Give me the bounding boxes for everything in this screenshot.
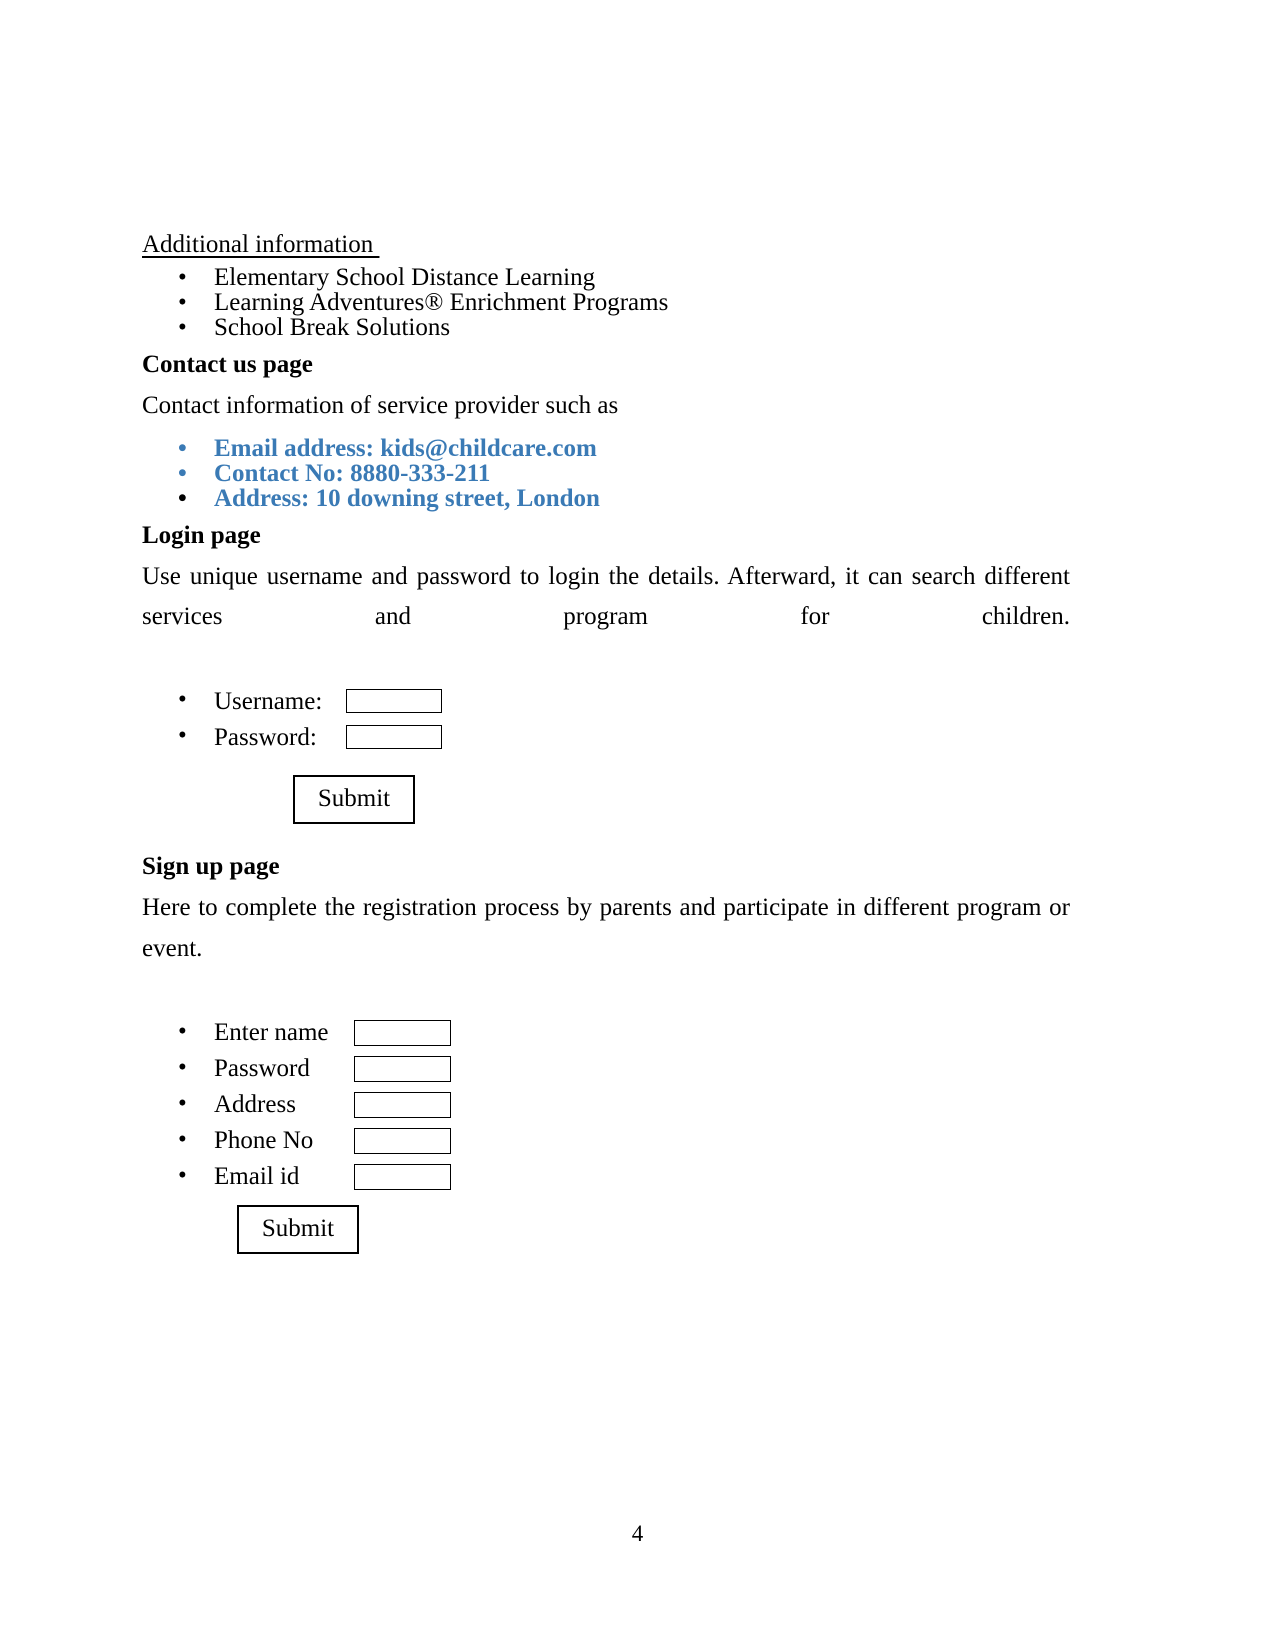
additional-information-list: • Elementary School Distance Learning • … (142, 265, 1070, 340)
phone-no-label: Phone No (214, 1127, 314, 1155)
section-heading-signup-page: Sign up page (142, 853, 280, 880)
signup-submit-button[interactable]: Submit (237, 1204, 359, 1254)
list-item-phone: • Contact No: 8880-333-211 (142, 461, 1070, 486)
login-submit-row: Submit (142, 775, 1070, 824)
bullet-icon: • (178, 264, 187, 291)
section-heading-contact-us: Contact us page (142, 351, 313, 378)
bullet-icon: • (178, 686, 187, 713)
username-label: Username: (214, 687, 323, 715)
page-number: 4 (631, 1521, 644, 1546)
signup-form: • Enter name • Password • Address • Phon… (142, 1019, 1070, 1199)
bullet-icon: • (178, 1017, 187, 1045)
login-form: • Username: • Password: (142, 687, 1070, 759)
signup-password-label: Password (214, 1055, 310, 1083)
bullet-icon: • (178, 1161, 187, 1189)
signup-field-name-row: • Enter name (142, 1019, 1070, 1055)
bullet-icon: • (178, 289, 187, 316)
signup-field-address-row: • Address (142, 1091, 1070, 1127)
bullet-icon: • (178, 459, 187, 487)
enter-name-label: Enter name (214, 1019, 329, 1047)
signup-submit-row: Submit (142, 1204, 1070, 1254)
email-id-input[interactable] (354, 1163, 452, 1190)
username-input[interactable] (346, 689, 443, 714)
list-item: • School Break Solutions (142, 315, 1070, 340)
login-submit-button[interactable]: Submit (293, 775, 415, 824)
email-id-label: Email id (214, 1163, 300, 1191)
contact-phone-label: Contact No: 8880-333-211 (214, 459, 491, 487)
login-page-description: Use unique username and password to logi… (142, 562, 1070, 631)
list-item: • Learning Adventures® Enrichment Progra… (142, 290, 1070, 315)
contact-details-list: • Email address: kids@childcare.com • Co… (142, 436, 1070, 511)
list-item: • Elementary School Distance Learning (142, 265, 1070, 290)
contact-email-label: Email address: kids@childcare.com (214, 434, 597, 462)
enter-name-input[interactable] (354, 1019, 452, 1046)
phone-no-input[interactable] (354, 1127, 452, 1154)
bullet-icon: • (178, 1089, 187, 1117)
document-page: Additional information • Elementary Scho… (0, 0, 1275, 1650)
login-field-username-row: • Username: (142, 687, 1070, 723)
list-item-label: School Break Solutions (214, 314, 451, 341)
signup-password-input[interactable] (354, 1055, 452, 1082)
bullet-icon: • (178, 434, 187, 462)
list-item-label: Learning Adventures® Enrichment Programs (214, 289, 669, 316)
bullet-icon: • (178, 314, 187, 341)
contact-address-label: Address: 10 downing street, London (214, 484, 600, 512)
list-item-label: Elementary School Distance Learning (214, 264, 596, 291)
bullet-icon: • (178, 722, 187, 749)
section-heading-additional-information: Additional information (142, 231, 380, 258)
password-label: Password: (214, 723, 317, 751)
address-label: Address (214, 1091, 296, 1119)
signup-field-password-row: • Password (142, 1055, 1070, 1091)
signup-field-phone-row: • Phone No (142, 1127, 1070, 1163)
password-input[interactable] (346, 725, 443, 750)
address-input[interactable] (354, 1091, 452, 1118)
list-item-address: • Address: 10 downing street, London (142, 486, 1070, 511)
contact-us-intro-text: Contact information of service provider … (142, 392, 619, 419)
login-field-password-row: • Password: (142, 723, 1070, 759)
document-body: Additional information • Elementary Scho… (142, 232, 1070, 1254)
signup-field-email-row: • Email id (142, 1163, 1070, 1199)
bullet-icon: • (178, 1053, 187, 1081)
bullet-icon: • (178, 1125, 187, 1153)
section-heading-login-page: Login page (142, 521, 261, 549)
signup-page-description: Here to complete the registration proces… (142, 894, 1070, 962)
list-item-email: • Email address: kids@childcare.com (142, 436, 1070, 461)
bullet-icon: • (178, 484, 187, 512)
